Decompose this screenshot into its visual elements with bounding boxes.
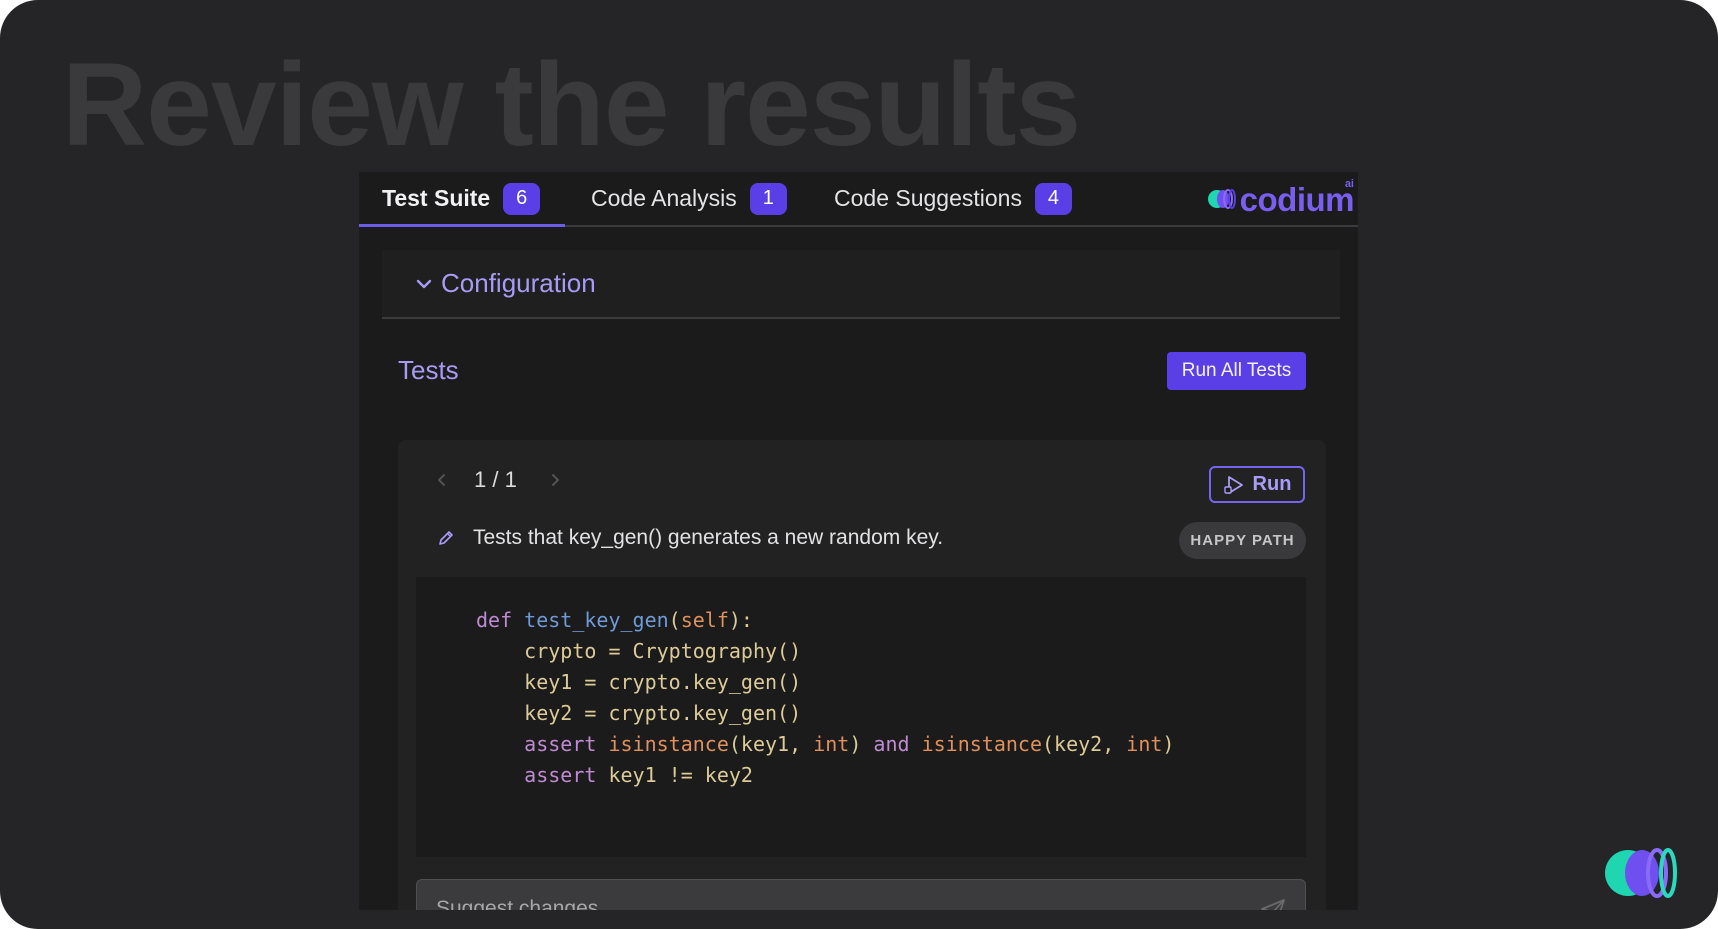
suggest-changes-input[interactable]	[436, 897, 1216, 910]
tab-code-suggestions[interactable]: Code Suggestions 4	[834, 172, 1072, 225]
page-indicator: 1 / 1	[474, 467, 517, 492]
run-icon	[1223, 475, 1243, 494]
run-all-tests-button[interactable]: Run All Tests	[1167, 352, 1306, 390]
code-line: def test_key_gen(self):	[476, 608, 753, 632]
code-line: key1 = crypto.key_gen()	[476, 670, 802, 694]
brand-suffix: ai	[1344, 178, 1354, 190]
tab-label: Code Suggestions	[834, 185, 1022, 211]
test-pager: 1 / 1	[434, 462, 563, 498]
tab-label: Test Suite	[382, 185, 491, 211]
count-badge: 1	[749, 182, 787, 215]
tab-code-analysis[interactable]: Code Analysis 1	[591, 172, 787, 225]
codium-logo: codium ai	[1207, 178, 1355, 220]
run-label: Run	[1252, 473, 1292, 495]
chevron-left-icon[interactable]	[434, 472, 450, 488]
hero-title: Review the results	[62, 39, 1081, 171]
test-category-tag: HAPPY PATH	[1179, 522, 1306, 559]
test-card: 1 / 1 Run Tests that key_gen() generates…	[398, 440, 1326, 910]
tests-heading: Tests	[398, 355, 459, 385]
tab-bar: Test Suite 6 Code Analysis 1 Code Sugges…	[359, 172, 1358, 227]
count-badge: 4	[1034, 182, 1072, 215]
code-line: crypto = Cryptography()	[476, 639, 802, 663]
configuration-section-toggle[interactable]: Configuration	[382, 250, 1340, 319]
codium-logo-icon	[1207, 189, 1236, 209]
code-line: assert key1 != key2	[524, 763, 753, 787]
code-line: key2 = crypto.key_gen()	[476, 701, 802, 725]
tab-label: Code Analysis	[591, 185, 737, 211]
suggest-changes-box	[416, 879, 1306, 910]
test-code-block: def test_key_gen(self): crypto = Cryptog…	[416, 577, 1306, 857]
code-line: assert isinstance(key1, int) and isinsta…	[524, 732, 1175, 756]
send-icon[interactable]	[1259, 896, 1287, 910]
codium-logo-icon	[1605, 848, 1677, 898]
brand-name: codium	[1239, 180, 1355, 218]
pencil-icon[interactable]	[436, 528, 456, 548]
count-badge: 6	[503, 182, 541, 215]
codium-panel: Test Suite 6 Code Analysis 1 Code Sugges…	[359, 172, 1358, 910]
test-description: Tests that key_gen() generates a new ran…	[473, 526, 944, 549]
run-test-button[interactable]: Run	[1209, 466, 1305, 503]
chevron-down-icon	[416, 279, 432, 288]
tab-test-suite[interactable]: Test Suite 6	[359, 172, 566, 227]
test-description-row: Tests that key_gen() generates a new ran…	[436, 518, 1306, 558]
screenshot-frame: Review the results Test Suite 6 Code Ana…	[0, 0, 1718, 929]
configuration-label: Configuration	[441, 268, 596, 298]
chevron-right-icon[interactable]	[547, 472, 563, 488]
